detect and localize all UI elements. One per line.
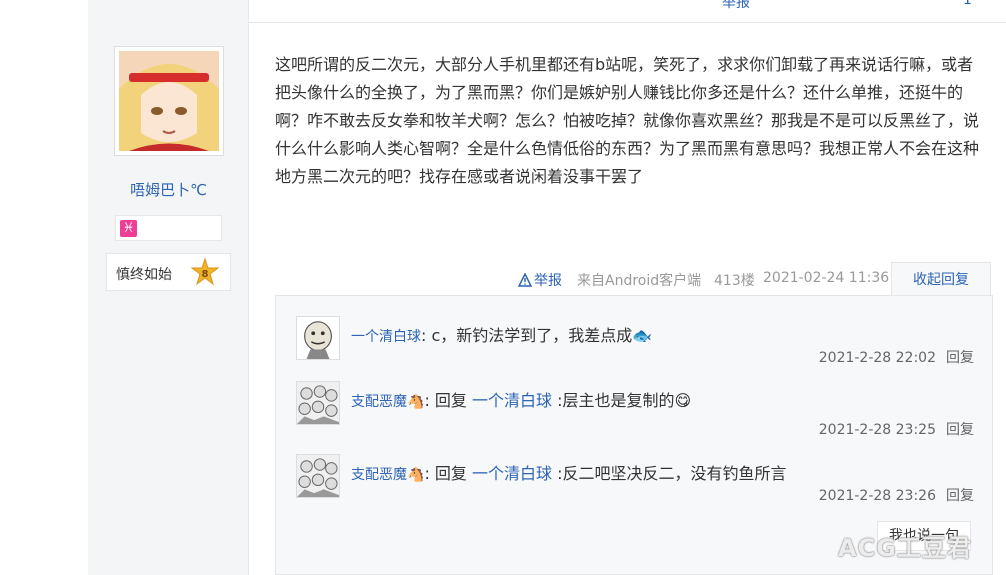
level-star-icon: 8 xyxy=(190,258,220,286)
reply-target-link[interactable]: 一个清白球 xyxy=(472,391,552,410)
post-content: 这吧所谓的反二次元，大部分人手机里都还有b站呢，笑死了，求求你们卸载了再来说话行… xyxy=(275,55,980,186)
avatar[interactable] xyxy=(296,454,340,498)
reply-button[interactable]: 回复 xyxy=(946,422,974,438)
avatar[interactable] xyxy=(296,381,340,425)
reply-time: 2021-2-28 23:25 xyxy=(818,422,936,438)
top-divider xyxy=(249,22,1006,23)
page-margin xyxy=(0,0,88,575)
reply-word: 回复 xyxy=(434,391,473,410)
member-level[interactable]: 慎终如始 8 xyxy=(106,253,231,291)
report-label[interactable]: 举报 xyxy=(534,273,562,289)
user-avatar-frame[interactable] xyxy=(114,46,224,156)
post-timestamp: 2021-02-24 11:36 xyxy=(763,270,890,286)
list-item: 支配恶魔🐴: 回复 一个清白球 :反二吧坚决反二，没有钓鱼所言 2021-2-2… xyxy=(296,454,986,522)
collapse-replies-button[interactable]: 收起回复 xyxy=(891,262,991,296)
list-item: 一个清白球: c，新钓法学到了，我差点成🐟 2021-2-28 22:02 回复 xyxy=(296,316,986,384)
reply-time: 2021-2-28 22:02 xyxy=(818,350,936,366)
client-source[interactable]: 来自Android客户端 xyxy=(577,270,701,290)
user-info-panel: 唔姆巴卜℃ ♓ 慎终如始 8 xyxy=(88,0,249,575)
svg-text:8: 8 xyxy=(202,269,209,280)
reply-separator: : xyxy=(421,326,432,345)
avatar[interactable] xyxy=(296,316,340,360)
reply-content: 一个清白球: c，新钓法学到了，我差点成🐟 xyxy=(351,322,652,346)
reply-separator: : xyxy=(424,391,435,410)
list-item: 支配恶魔🐴: 回复 一个清白球 :层主也是复制的😋 2021-2-28 23:2… xyxy=(296,381,986,449)
reply-button[interactable]: 回复 xyxy=(946,350,974,366)
reply-text: c，新钓法学到了，我差点成🐟 xyxy=(431,326,653,345)
reply-word: 回复 xyxy=(434,464,473,483)
username-text[interactable]: 唔姆巴卜℃ xyxy=(130,181,207,199)
pisces-icon: ♓ xyxy=(120,220,137,237)
reply-text: :层主也是复制的😋 xyxy=(552,391,692,410)
reply-username[interactable]: 支配恶魔🐴 xyxy=(351,394,424,410)
level-title: 慎终如始 xyxy=(116,267,172,283)
avatar xyxy=(119,51,219,151)
reply-content: 支配恶魔🐴: 回复 一个清白球 :层主也是复制的😋 xyxy=(351,387,691,411)
floor-number: 413楼 xyxy=(714,273,755,289)
reply-button[interactable]: 回复 xyxy=(946,488,974,504)
partial-report-link[interactable]: 举报 xyxy=(722,0,750,12)
reply-meta: 2021-2-28 23:25 回复 xyxy=(819,419,974,439)
reply-text: :反二吧坚决反二，没有钓鱼所言 xyxy=(552,464,787,483)
reply-meta: 2021-2-28 23:26 回复 xyxy=(819,485,974,505)
reply-time: 2021-2-28 23:26 xyxy=(818,488,936,504)
reply-username[interactable]: 支配恶魔🐴 xyxy=(351,467,424,483)
zodiac-badge: ♓ xyxy=(115,215,222,241)
reply-separator: : xyxy=(424,464,435,483)
username[interactable]: 唔姆巴卜℃ xyxy=(88,179,249,200)
partial-floor-link[interactable]: 1 xyxy=(963,0,972,8)
reply-content: 支配恶魔🐴: 回复 一个清白球 :反二吧坚决反二，没有钓鱼所言 xyxy=(351,460,787,484)
report-link[interactable]: 举报 xyxy=(518,270,562,290)
reply-meta: 2021-2-28 22:02 回复 xyxy=(819,347,974,367)
reply-target-link[interactable]: 一个清白球 xyxy=(472,464,552,483)
reply-username[interactable]: 一个清白球 xyxy=(351,329,421,345)
watermark: ACG工豆君 xyxy=(838,534,972,562)
warning-icon xyxy=(518,273,532,287)
